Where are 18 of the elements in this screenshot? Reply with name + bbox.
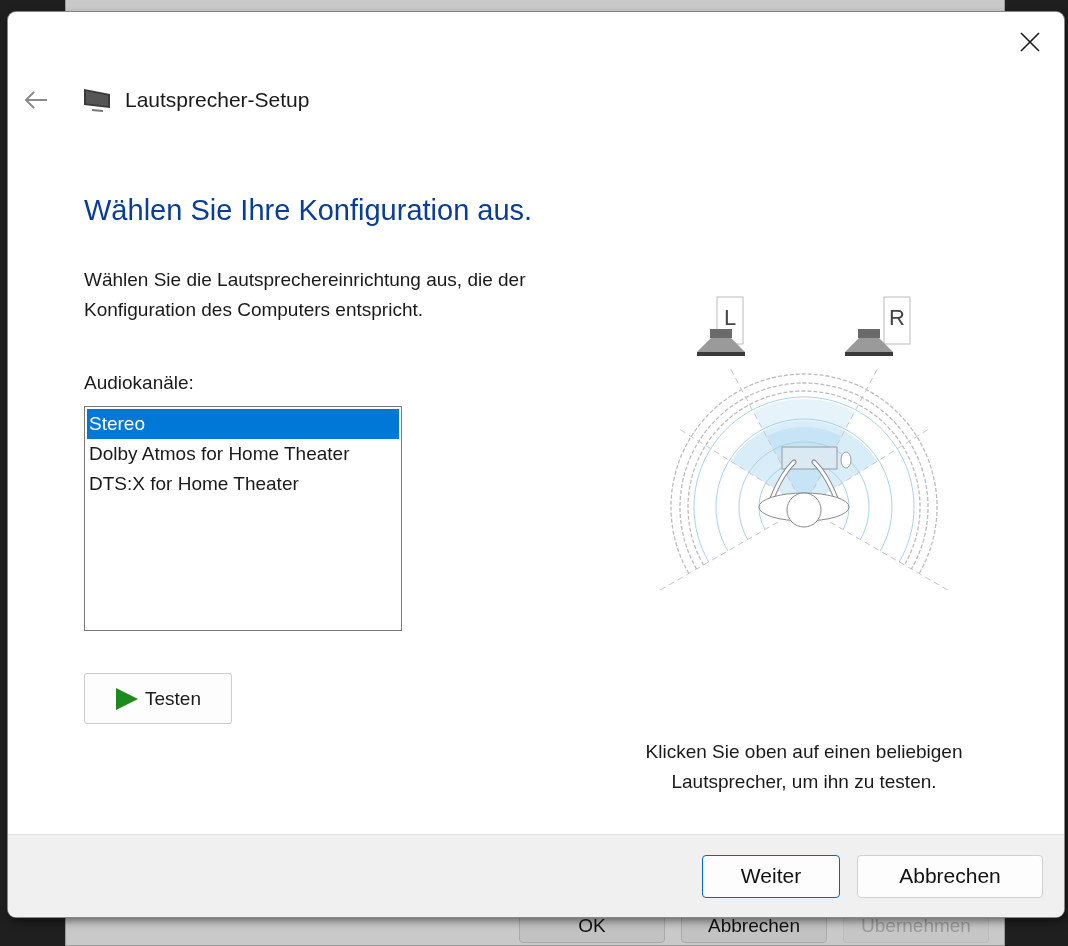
back-arrow-icon[interactable] <box>24 90 48 110</box>
speaker-button[interactable]: L <box>697 296 745 356</box>
channel-option[interactable]: Dolby Atmos for Home Theater <box>87 439 399 469</box>
test-button[interactable]: Testen <box>84 673 232 724</box>
page-heading: Wählen Sie Ihre Konfiguration aus. <box>84 194 534 227</box>
hint-text: Klicken Sie oben auf einen beliebigen Lautsprecher, um ihn zu testen. <box>644 740 964 794</box>
channel-option[interactable]: DTS:X for Home Theater <box>87 469 399 499</box>
channels-listbox[interactable]: Stereo Dolby Atmos for Home Theater DTS:X for Home Theater <box>84 406 402 631</box>
monitor-icon <box>83 87 111 113</box>
window-title: Lautsprecher-Setup <box>125 88 310 112</box>
dialog-button[interactable]: Abbrechen <box>857 854 1043 898</box>
close-icon[interactable] <box>1020 32 1040 52</box>
channels-label: Audiokanäle: <box>84 372 194 394</box>
description-text: Wählen Sie die Lautsprechereinrichtung aus, die der Konfiguration des Computers entspricht. <box>84 268 527 322</box>
dialog-button[interactable]: Weiter <box>702 854 840 898</box>
play-icon <box>115 686 139 711</box>
speaker-button[interactable]: R <box>845 296 911 356</box>
channel-option[interactable]: Stereo <box>87 409 399 439</box>
